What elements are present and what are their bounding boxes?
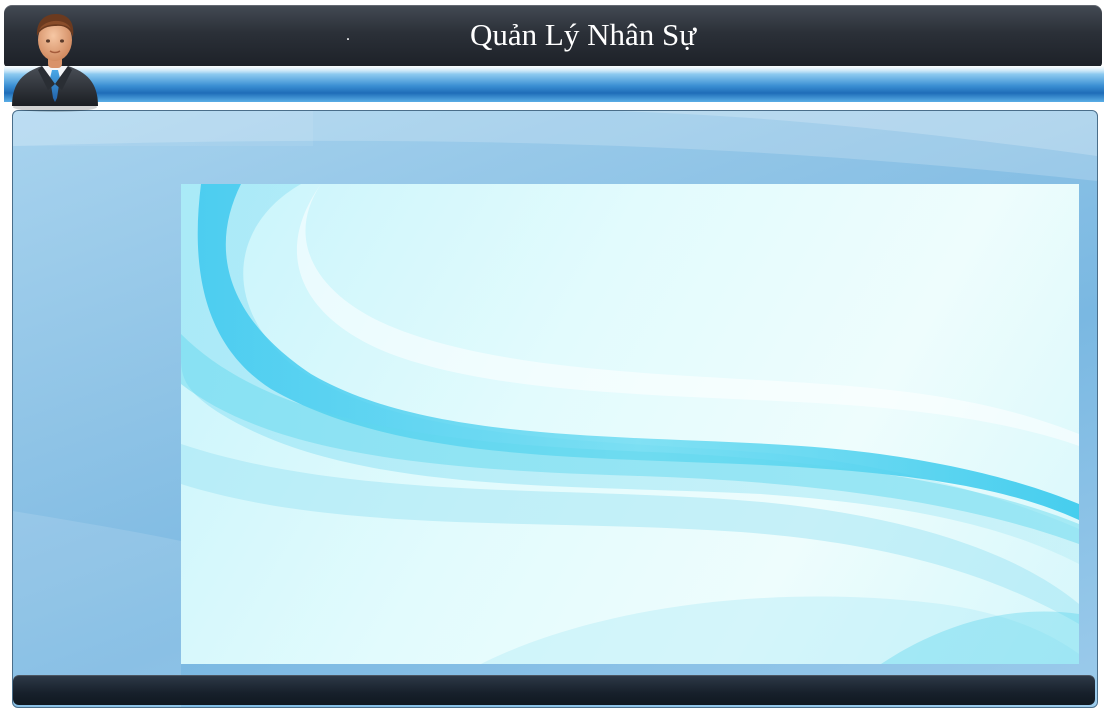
- app-title: Quản Lý Nhân Sự: [469, 17, 697, 52]
- content-image: [181, 184, 1079, 664]
- header-band: [4, 66, 1104, 102]
- businessman-avatar-icon: [12, 14, 98, 112]
- header-band-highlight: [4, 66, 1104, 74]
- status-bar: [13, 675, 1095, 705]
- main-panel: [12, 110, 1098, 708]
- wave-background: [181, 184, 1079, 664]
- title-bar: . Quản Lý Nhân Sự: [4, 5, 1102, 67]
- app-window: . Quản Lý Nhân Sự: [0, 0, 1108, 716]
